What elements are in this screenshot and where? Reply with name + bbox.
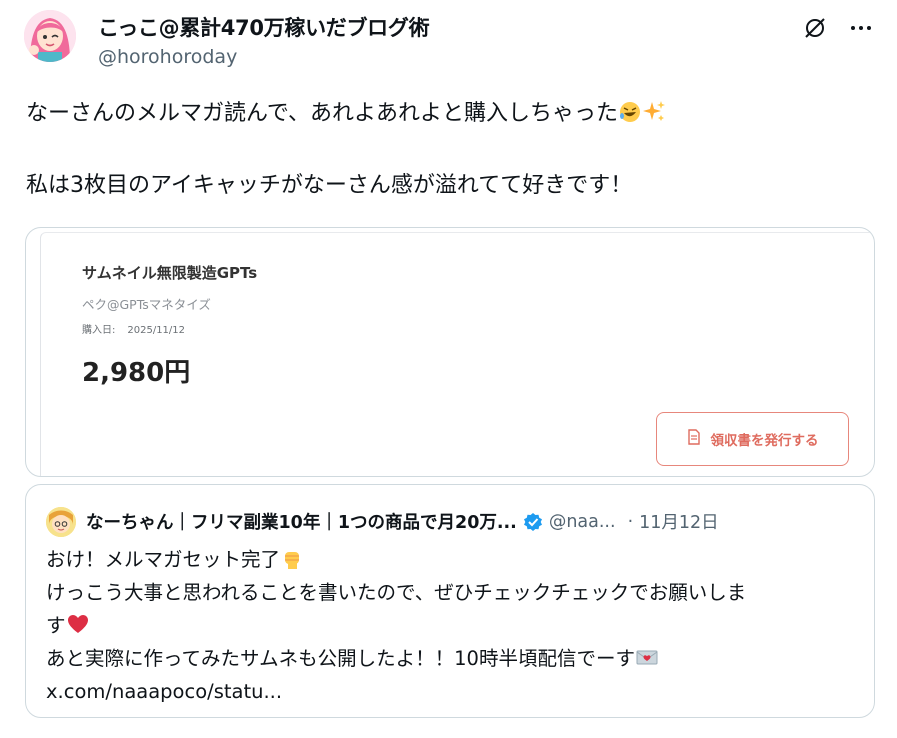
quoted-line-3-text: す xyxy=(46,614,66,637)
purchase-date-label: 購入日: xyxy=(82,325,116,336)
quoted-line-1-text: おけ！メルマガセット完了 xyxy=(46,548,281,571)
purchase-date: 2025/11/12 xyxy=(127,325,186,336)
more-horizontal-icon[interactable] xyxy=(847,14,875,42)
author-handle[interactable]: @horohoroday xyxy=(98,46,429,68)
document-icon xyxy=(687,429,701,449)
quoted-link[interactable]: x.com/naaapoco/statu... xyxy=(46,675,866,708)
quoted-line-4: あと実際に作ってみたサムネも公開したよ！！10時半頃配信でーす xyxy=(46,642,866,675)
quoted-tweet-time: 11月12日 xyxy=(639,513,719,533)
purchase-date-row: 購入日: 2025/11/12 xyxy=(82,321,185,336)
love-letter-emoji xyxy=(635,645,659,669)
top-actions xyxy=(801,14,875,42)
quoted-author-avatar xyxy=(46,507,76,537)
tweet-text: なーさんのメルマガ読んで、あれよあれよと購入しちゃった 私は3枚目のアイキャッチ… xyxy=(26,96,866,204)
quoted-line-3: す xyxy=(46,609,866,642)
quoted-line-4-text: あと実際に作ってみたサムネも公開したよ！！10時半頃配信でーす xyxy=(46,647,635,670)
tweet-line-2: 私は3枚目のアイキャッチがなーさん感が溢れてて好きです！ xyxy=(26,173,633,198)
author-avatar[interactable] xyxy=(24,10,76,62)
quoted-author-handle: @naa... xyxy=(548,511,616,532)
quoted-tweet-header: なーちゃん｜フリマ副業10年｜1つの商品で月20万... @naa... · 1… xyxy=(86,509,719,534)
quoted-tweet-text: おけ！メルマガセット完了 けっこう大事と思われることを書いたので、ぜひチェックチ… xyxy=(46,543,866,708)
grok-slash-icon[interactable] xyxy=(801,14,829,42)
media-image-card[interactable]: サムネイル無限製造GPTs ペク@GPTsマネタイズ 購入日: 2025/11/1… xyxy=(25,227,875,477)
quoted-line-1: おけ！メルマガセット完了 xyxy=(46,543,866,576)
red-heart-emoji xyxy=(66,612,90,636)
verified-badge-icon xyxy=(523,512,543,532)
quoted-author-name: なーちゃん｜フリマ副業10年｜1つの商品で月20万... xyxy=(86,513,517,533)
product-title: サムネイル無限製造GPTs xyxy=(82,264,258,282)
raised-fist-emoji xyxy=(280,546,304,570)
issue-receipt-button: 領収書を発行する xyxy=(656,412,849,466)
product-seller: ペク@GPTsマネタイズ xyxy=(82,297,211,312)
rolling-laughing-emoji xyxy=(618,100,642,124)
quoted-tweet-card[interactable]: なーちゃん｜フリマ副業10年｜1つの商品で月20万... @naa... · 1… xyxy=(25,484,875,718)
tweet-line-1: なーさんのメルマガ読んで、あれよあれよと購入しちゃった xyxy=(26,96,866,132)
quoted-line-2: けっこう大事と思われることを書いたので、ぜひチェックチェックでお願いしま xyxy=(46,581,747,604)
sparkles-emoji xyxy=(642,100,666,124)
separator-dot: · xyxy=(627,511,634,532)
product-price: 2,980円 xyxy=(82,358,191,388)
tweet-header: こっこ@累計470万稼いだブログ術 @horohoroday xyxy=(98,12,430,68)
tweet-line-1-text: なーさんのメルマガ読んで、あれよあれよと購入しちゃった xyxy=(26,101,619,126)
issue-receipt-label: 領収書を発行する xyxy=(710,433,819,449)
author-display-name[interactable]: こっこ@累計470万稼いだブログ術 xyxy=(98,12,430,42)
